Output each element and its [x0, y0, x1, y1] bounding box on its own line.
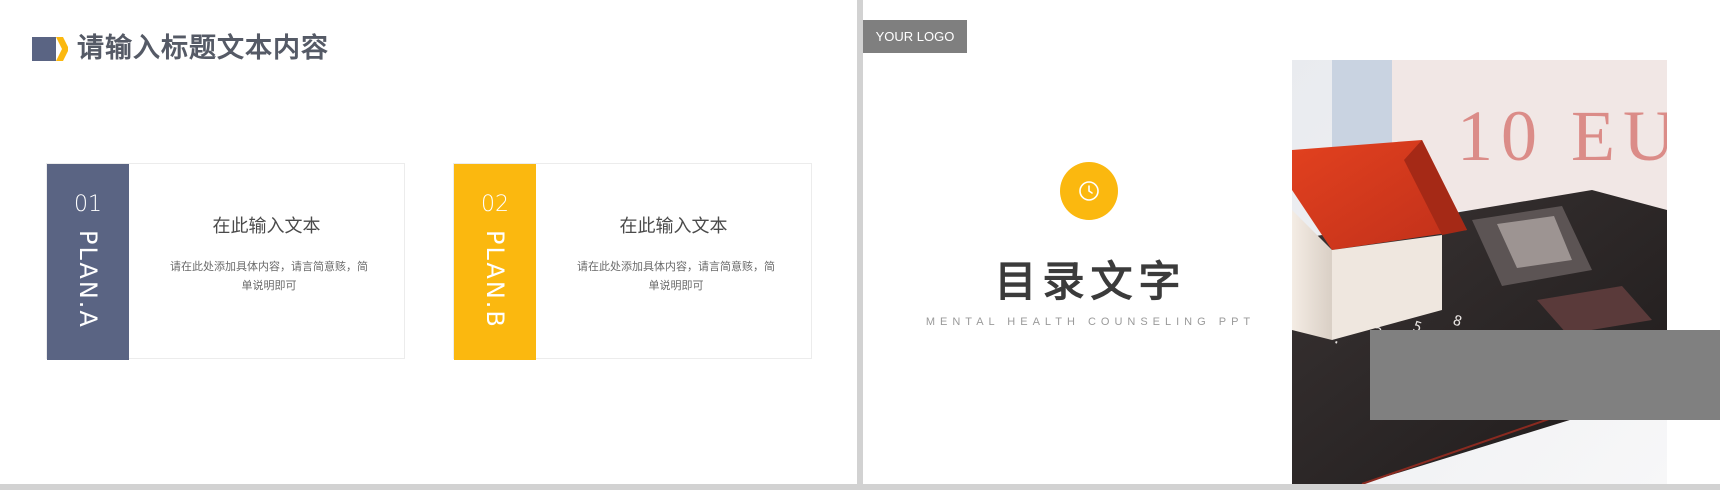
toc-subtitle: MENTAL HEALTH COUNSELING PPT [925, 316, 1256, 328]
slide-right: YOUR LOGO 目录文字 MENTAL HEALTH COUNSELING … [863, 0, 1720, 484]
clock-icon [1079, 181, 1099, 201]
slide-left: 请输入标题文本内容 01 PLAN.A 在此输入文本 请在此处添加具体内容，请言… [0, 0, 857, 484]
plan-description-line: 请在此处添加具体内容，请言简意赅，简 [170, 260, 368, 273]
plan-description-line: 单说明即可 [648, 279, 704, 292]
gray-placeholder-block [1370, 330, 1720, 420]
plan-tab-a: 01 PLAN.A [47, 164, 129, 360]
plan-heading: 在此输入文本 [619, 216, 728, 237]
house-calculator-photo: 10 EURO 0 1 4 7 . 2 5 8 [1292, 60, 1667, 484]
plan-tab-b: 02 PLAN.B [454, 164, 536, 360]
banknote-text: 10 EURO [1457, 96, 1667, 176]
logo-placeholder: YOUR LOGO [863, 20, 967, 53]
plan-name: PLAN.B [481, 230, 509, 329]
toc-title: 目录文字 [994, 257, 1187, 306]
plan-card-a: 01 PLAN.A 在此输入文本 请在此处添加具体内容，请言简意赅，简 单说明即… [46, 163, 405, 360]
plan-description: 请在此处添加具体内容，请言简意赅，简 单说明即可 [159, 257, 379, 295]
plan-description: 请在此处添加具体内容，请言简意赅，简 单说明即可 [566, 257, 786, 295]
clock-badge [1060, 162, 1118, 220]
title-arrow-icon [32, 37, 68, 61]
plan-number: 01 [74, 192, 102, 217]
plan-description-line: 请在此处添加具体内容，请言简意赅，简 [577, 260, 775, 273]
plan-name: PLAN.A [74, 230, 102, 329]
plan-card-b: 02 PLAN.B 在此输入文本 请在此处添加具体内容，请言简意赅，简 单说明即… [453, 163, 812, 360]
plan-number: 02 [481, 192, 509, 217]
plan-description-line: 单说明即可 [241, 279, 297, 292]
plan-heading: 在此输入文本 [212, 216, 321, 237]
page-title: 请输入标题文本内容 [77, 33, 329, 64]
